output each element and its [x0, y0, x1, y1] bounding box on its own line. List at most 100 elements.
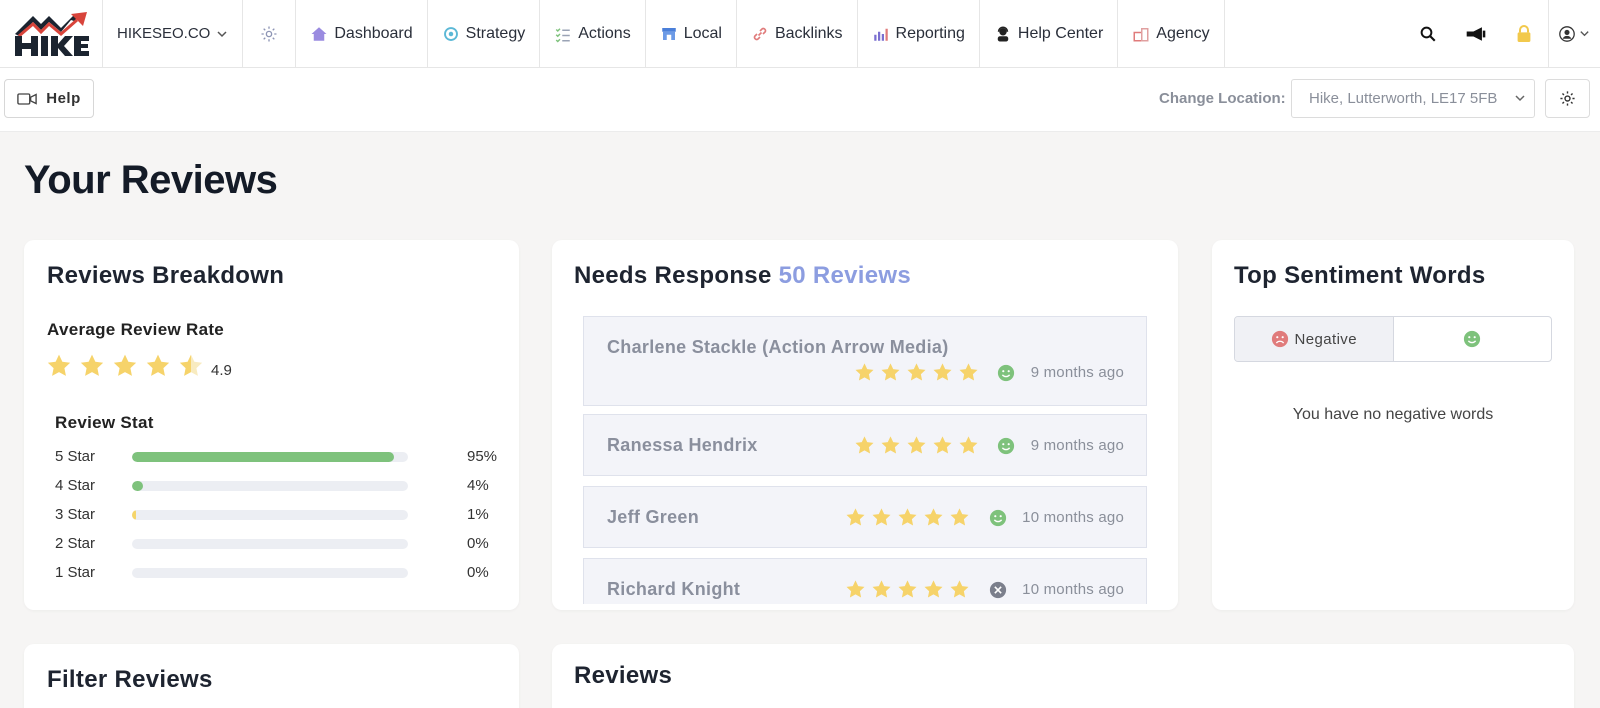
average-rating-stars — [46, 353, 204, 379]
review-time: 10 months ago — [1022, 509, 1124, 526]
nav-help-center[interactable]: Help Center — [980, 0, 1119, 67]
star-icon — [881, 363, 900, 381]
needs-response-card: Needs Response 50 Reviews Charlene Stack… — [552, 240, 1178, 610]
reviews-card: Reviews — [552, 644, 1574, 708]
gear-icon — [261, 26, 277, 41]
review-stat-row: 4 Star 4% — [55, 475, 489, 495]
nav-actions[interactable]: Actions — [540, 0, 646, 67]
review-time: 10 months ago — [1022, 581, 1124, 598]
star-icon — [898, 508, 917, 526]
stat-bar-track — [132, 481, 408, 491]
review-stat-row: 2 Star 0% — [55, 533, 489, 553]
store-icon — [660, 25, 678, 43]
settings-nav-button[interactable] — [243, 0, 297, 67]
lock-icon — [1517, 24, 1531, 42]
neutral-x-icon — [988, 580, 1007, 599]
nav-label: Strategy — [465, 24, 526, 42]
support-agent-icon — [994, 25, 1012, 43]
help-button[interactable]: Help — [4, 79, 94, 118]
review-item[interactable]: Charlene Stackle (Action Arrow Media) 9 m… — [583, 316, 1147, 406]
stat-percent: 0% — [467, 564, 489, 581]
bar-chart-icon — [872, 25, 890, 43]
page-title: Your Reviews — [24, 158, 278, 202]
stat-label: 1 Star — [55, 564, 96, 581]
chevron-down-icon — [1580, 31, 1589, 37]
announcements-button[interactable] — [1452, 0, 1500, 67]
lock-button[interactable] — [1500, 0, 1548, 67]
star-icon — [146, 354, 170, 376]
review-item[interactable]: Richard Knight 10 months ago — [583, 558, 1147, 604]
review-meta: 10 months ago — [845, 507, 1124, 528]
nav-label: Dashboard — [334, 24, 413, 42]
star-icon — [933, 363, 952, 381]
nav-label: Agency — [1156, 24, 1210, 42]
account-switcher[interactable]: HIKESEO.CO — [103, 0, 244, 67]
stat-bar-track — [132, 452, 408, 462]
nav-label: Backlinks — [774, 24, 843, 42]
stat-label: 3 Star — [55, 506, 96, 523]
review-time: 9 months ago — [1030, 437, 1124, 454]
happy-face-icon — [997, 436, 1016, 455]
nav-strategy[interactable]: Strategy — [428, 0, 541, 67]
tab-positive[interactable] — [1394, 317, 1552, 361]
star-icon — [950, 508, 969, 526]
review-item[interactable]: Jeff Green 10 months ago — [583, 486, 1147, 548]
review-stat-row: 1 Star 0% — [55, 562, 489, 582]
location-value: Hike, Lutterworth, LE17 5FB — [1309, 90, 1498, 107]
review-item[interactable]: Ranessa Hendrix 9 months ago — [583, 414, 1147, 476]
user-menu[interactable] — [1548, 0, 1600, 67]
sentiment-tabs: Negative — [1234, 316, 1552, 362]
hike-logo[interactable] — [0, 0, 103, 68]
star-icon — [959, 363, 978, 381]
link-icon — [751, 25, 769, 43]
reviewer-name: Jeff Green — [607, 507, 700, 527]
reviewer-name: Ranessa Hendrix — [607, 435, 758, 455]
star-icon — [959, 436, 978, 454]
stat-percent: 0% — [467, 535, 489, 552]
star-icon — [950, 580, 969, 598]
review-stat-row: 3 Star 1% — [55, 504, 489, 524]
search-button[interactable] — [1404, 0, 1452, 67]
nav-reporting[interactable]: Reporting — [858, 0, 980, 67]
location-settings-button[interactable] — [1545, 79, 1590, 118]
stat-bar-track — [132, 539, 408, 549]
filter-reviews-card: Filter Reviews — [24, 644, 519, 708]
tab-negative[interactable]: Negative — [1235, 317, 1394, 361]
review-stat-title: Review Stat — [55, 413, 154, 432]
star-icon — [933, 436, 952, 454]
star-icon — [846, 580, 865, 598]
stat-bar-fill — [132, 452, 395, 462]
review-meta: 9 months ago — [854, 362, 1124, 383]
nav-local[interactable]: Local — [646, 0, 737, 67]
reviews-breakdown-card: Reviews Breakdown Average Review Rate 4.… — [24, 240, 519, 610]
nav-backlinks[interactable]: Backlinks — [737, 0, 858, 67]
stat-bar-fill — [132, 481, 144, 491]
review-meta: 10 months ago — [845, 579, 1124, 600]
agency-icon — [1132, 25, 1150, 43]
average-rating-value: 4.9 — [211, 362, 232, 379]
star-icon — [179, 354, 203, 376]
review-meta: 9 months ago — [854, 435, 1124, 456]
video-icon — [17, 92, 38, 105]
review-stat-row: 5 Star 95% — [55, 446, 497, 466]
top-sentiment-card: Top Sentiment Words Negative You have no… — [1212, 240, 1574, 610]
stat-label: 2 Star — [55, 535, 96, 552]
star-icon — [907, 436, 926, 454]
stat-percent: 4% — [467, 477, 489, 494]
location-select[interactable]: Hike, Lutterworth, LE17 5FB — [1291, 79, 1535, 118]
nav-label: Reporting — [895, 24, 965, 42]
checklist-icon — [554, 25, 572, 43]
card-title: Top Sentiment Words — [1234, 262, 1486, 289]
happy-face-icon — [1464, 330, 1481, 348]
location-bar: Help Change Location: Hike, Lutterworth,… — [0, 68, 1600, 132]
stat-bar-track — [132, 568, 408, 578]
needs-response-list[interactable]: Charlene Stackle (Action Arrow Media) 9 m… — [583, 316, 1147, 604]
top-navigation: HIKESEO.CO Dashboard Strategy Actions Lo… — [0, 0, 1600, 68]
tab-label: Negative — [1294, 330, 1357, 348]
stat-percent: 95% — [467, 448, 498, 465]
nav-dashboard[interactable]: Dashboard — [296, 0, 428, 67]
card-title: Needs Response 50 Reviews — [574, 262, 911, 290]
star-icon — [113, 354, 137, 376]
nav-agency[interactable]: Agency — [1118, 0, 1225, 67]
nav-label: Actions — [578, 24, 631, 42]
